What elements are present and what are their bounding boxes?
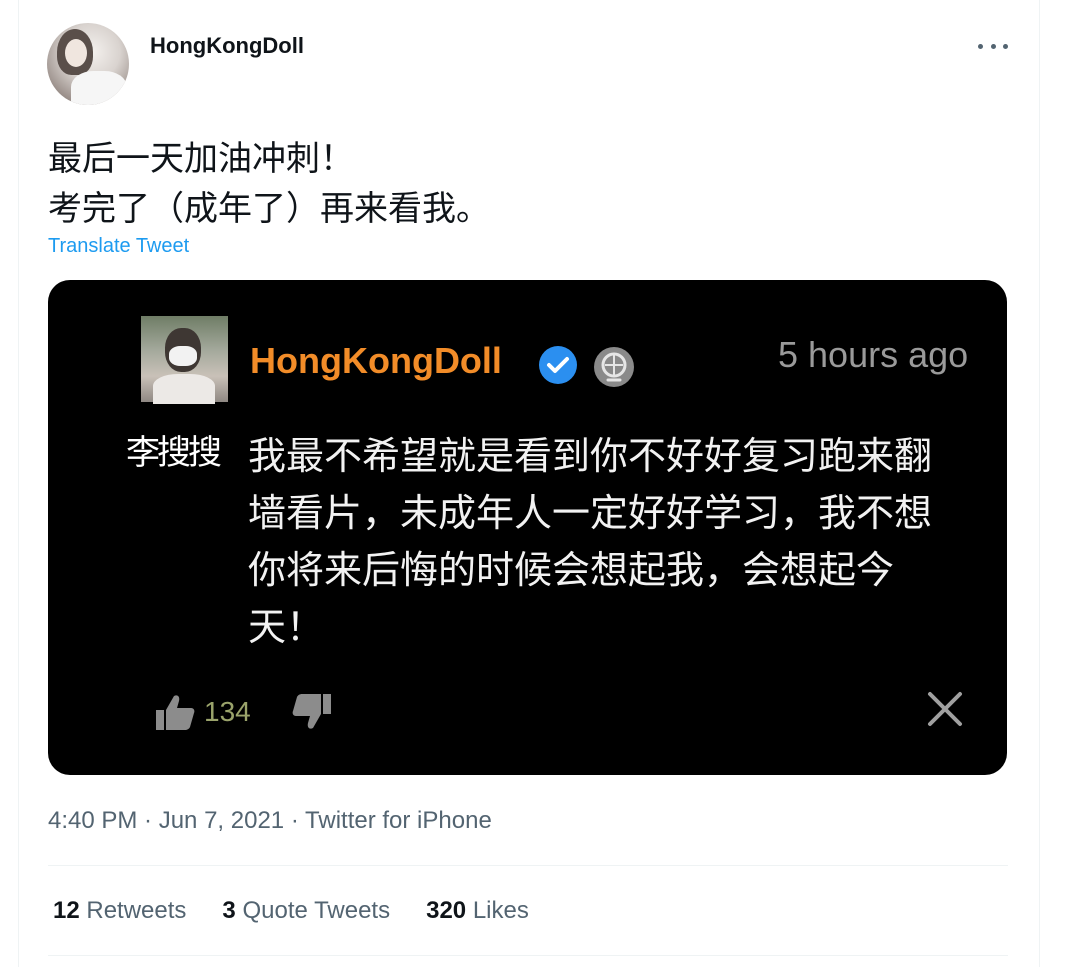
verified-icon [539, 346, 577, 384]
likes-label: Likes [472, 897, 529, 924]
tweet-text-line: 最后一天加油冲刺！ [48, 139, 354, 179]
close-icon [928, 692, 962, 726]
divider [48, 955, 1008, 956]
inner-comment-text: 我最不希望就是看到你不好好复习跑来翻墙看片，未成年人一定好好学习，我不想你将来后… [248, 434, 933, 649]
like-count: 134 [204, 696, 251, 727]
retweets-stat[interactable]: 12 Retweets [53, 897, 186, 925]
quote-tweets-count: 3 [222, 897, 236, 924]
quote-tweets-label: Quote Tweets [242, 897, 391, 924]
more-options-icon[interactable] [978, 36, 1008, 56]
author-display-name[interactable]: HongKongDoll [150, 33, 304, 59]
watermark-text: 李搜搜 [126, 433, 222, 473]
likes-count: 320 [426, 897, 467, 924]
inner-username: HongKongDoll [250, 340, 502, 381]
inner-avatar [141, 316, 228, 404]
tweet-stats: 12 Retweets 3 Quote Tweets 320 Likes [53, 897, 529, 925]
tweet-media-image[interactable]: HongKongDoll 5 hours ago 李搜搜 我最不希望就是看到你不… [48, 280, 1007, 775]
inner-timestamp: 5 hours ago [778, 334, 969, 375]
divider [48, 865, 1008, 866]
translate-tweet-link[interactable]: Translate Tweet [48, 235, 189, 258]
globe-icon [594, 347, 634, 387]
tweet-text: 最后一天加油冲刺！ 考完了（成年了）再来看我。 [48, 134, 490, 234]
author-avatar[interactable] [47, 23, 129, 105]
likes-stat[interactable]: 320 Likes [426, 897, 529, 925]
retweets-count: 12 [53, 897, 80, 924]
quote-tweets-stat[interactable]: 3 Quote Tweets [222, 897, 390, 925]
retweets-label: Retweets [86, 897, 187, 924]
tweet-text-line: 考完了（成年了）再来看我。 [48, 189, 490, 229]
thumbs-down-icon [292, 694, 331, 729]
tweet-timestamp[interactable]: 4:40 PM · Jun 7, 2021 · Twitter for iPho… [48, 807, 492, 835]
thumbs-up-icon [156, 695, 195, 730]
